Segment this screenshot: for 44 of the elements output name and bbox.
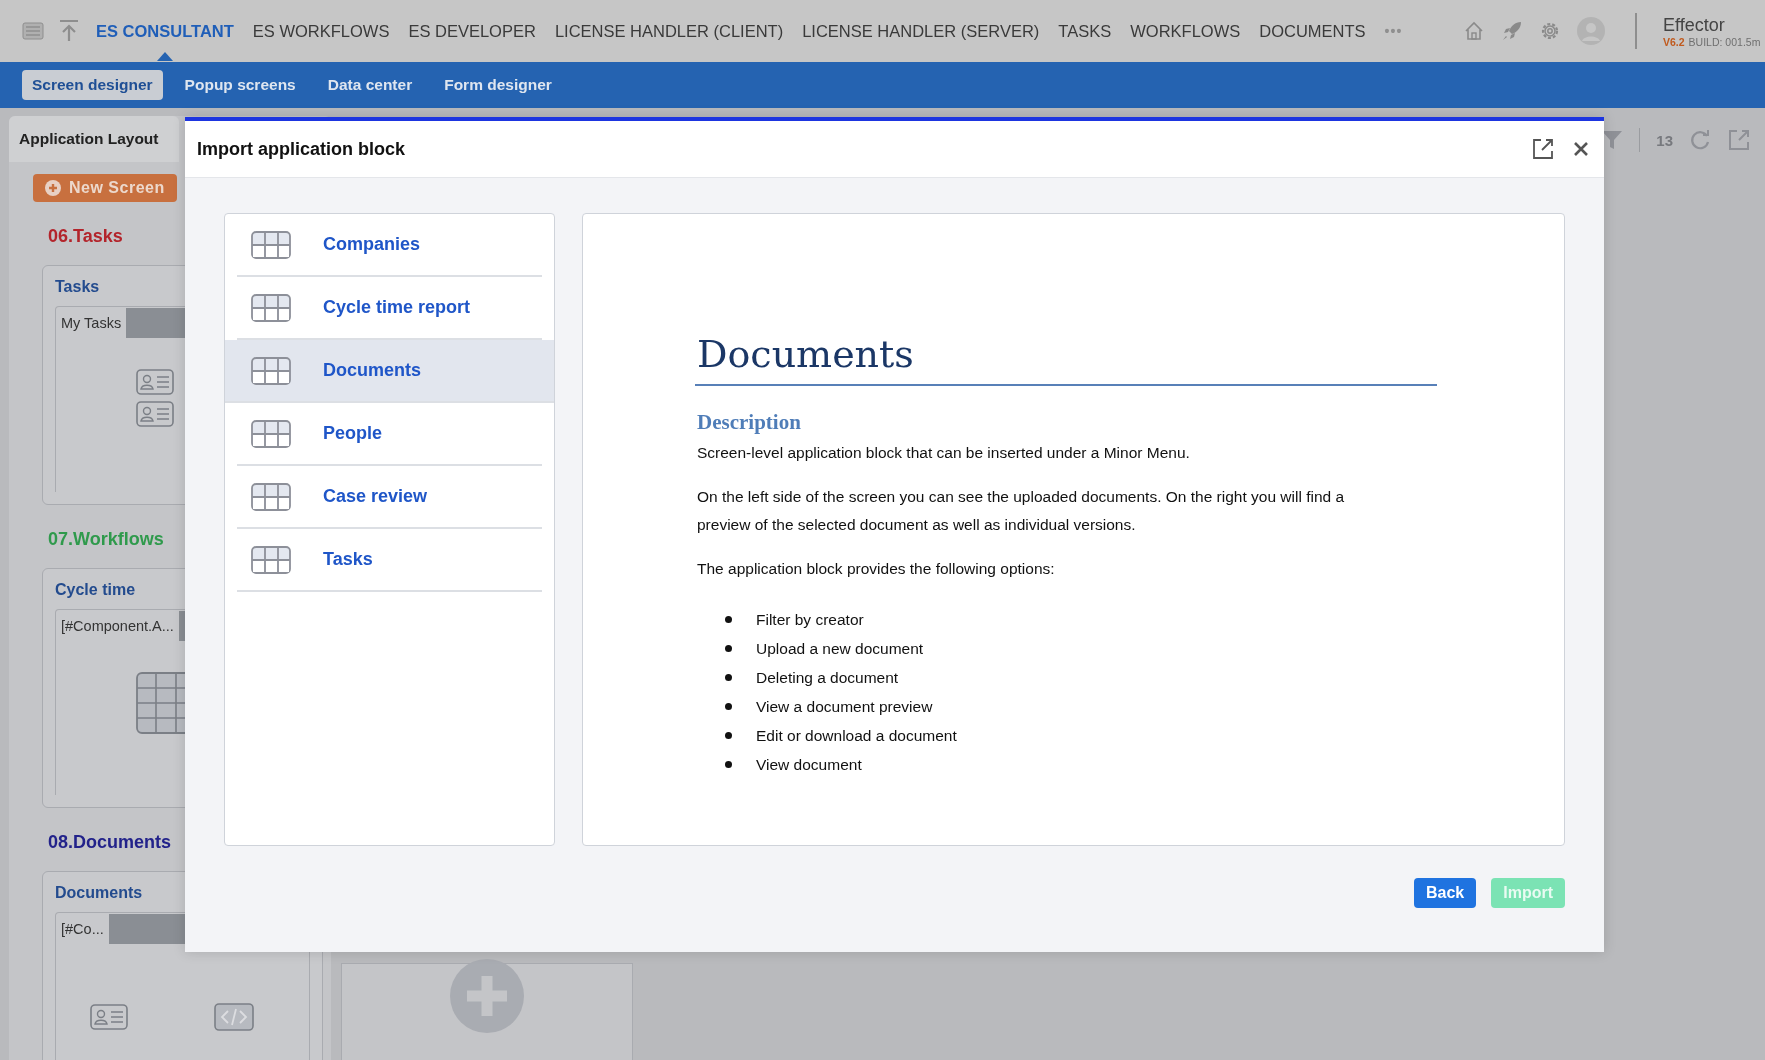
paragraph: The application block provides the following options: [697,559,1056,579]
top-nav-tab[interactable]: ES DEVELOPER [408,21,536,41]
top-nav-tab[interactable]: DOCUMENTS [1259,21,1366,41]
component-label: [#Co... [61,920,104,939]
option-text: Filter by creator [756,610,864,630]
component-label: My Tasks [61,314,122,333]
card-title: Documents [55,884,144,902]
paragraph: On the left side of the screen you can see the uploaded documents. On the right you will find a preview of the selected document as well as individual versions. [697,487,1346,535]
card-title: Tasks [55,278,101,296]
version-label: V6.2 [1663,35,1685,48]
block-list-item[interactable]: Companies [237,214,542,277]
sub-nav-tab[interactable]: Data center [317,70,423,100]
option-text: Upload a new document [756,639,924,659]
top-nav-tab[interactable]: LICENSE HANDLER (CLIENT) [554,21,784,41]
section-heading: Description [697,410,802,435]
top-nav-tab[interactable]: TASKS [1058,21,1112,41]
block-list-item[interactable]: Case review [237,466,542,529]
top-nav-tab[interactable]: ES WORKFLOWS [252,21,390,41]
dialog-button[interactable]: Back [1413,878,1477,908]
block-list-item[interactable]: Tasks [237,529,542,592]
app-name: Effector [1663,14,1726,36]
document-title: Documents [697,332,915,376]
sub-nav-tab[interactable]: Popup screens [174,70,306,100]
option-text: View document [756,755,862,775]
option-text: Deleting a document [756,668,899,688]
top-nav-tab[interactable]: LICENSE HANDLER (SERVER) [802,21,1040,41]
component-label: [#Component.A... [61,617,174,636]
section-title: 06.Tasks [48,226,123,247]
top-nav-tab[interactable]: WORKFLOWS [1130,21,1241,41]
dialog-title: Import application block [197,138,406,160]
top-nav-tab[interactable]: ES CONSULTANT [96,21,234,41]
section-title: 08.Documents [48,832,172,853]
section-title: 07.Workflows [48,529,164,550]
block-list-item[interactable]: People [237,403,542,466]
sub-nav-tab[interactable]: Screen designer [22,70,163,100]
sub-nav-tab[interactable]: Form designer [434,70,562,100]
option-text: View a document preview [756,697,933,717]
count-label: 13 [1656,131,1673,149]
option-text: Edit or download a document [756,726,957,746]
build-label: BUILD: 001.5m [1688,35,1761,48]
paragraph: Screen-level application block that can be inserted under a Minor Menu. [697,443,1191,463]
block-list-item[interactable]: Documents [225,340,554,403]
panel-tab[interactable]: Application Layout [9,116,179,162]
card-title: Cycle time [55,581,137,599]
